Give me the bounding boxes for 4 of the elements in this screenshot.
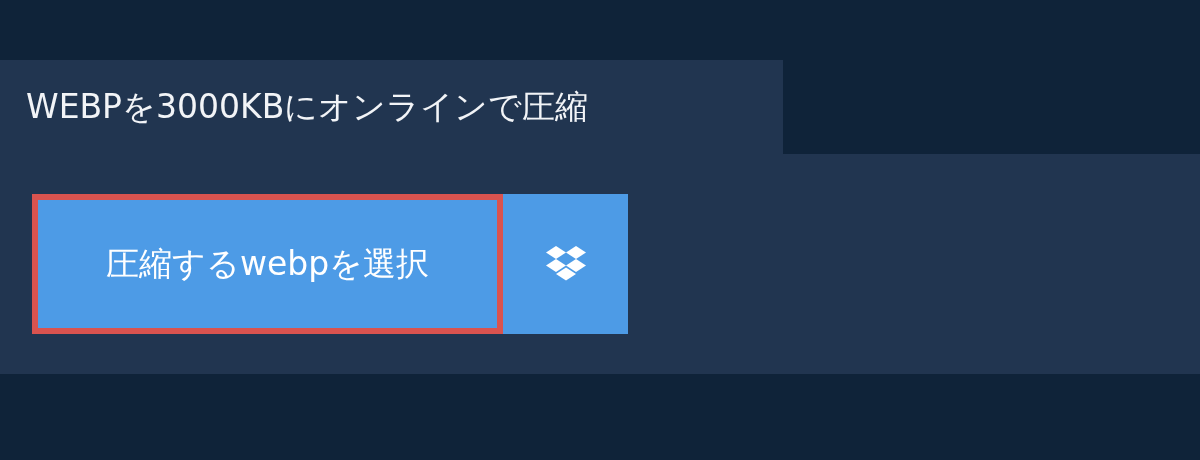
dropbox-button[interactable] — [503, 194, 628, 334]
dropbox-icon — [544, 246, 587, 282]
page-title: WEBPを3000KBにオンラインで圧縮 — [26, 85, 589, 128]
select-file-button[interactable]: 圧縮するwebpを選択 — [32, 194, 503, 334]
